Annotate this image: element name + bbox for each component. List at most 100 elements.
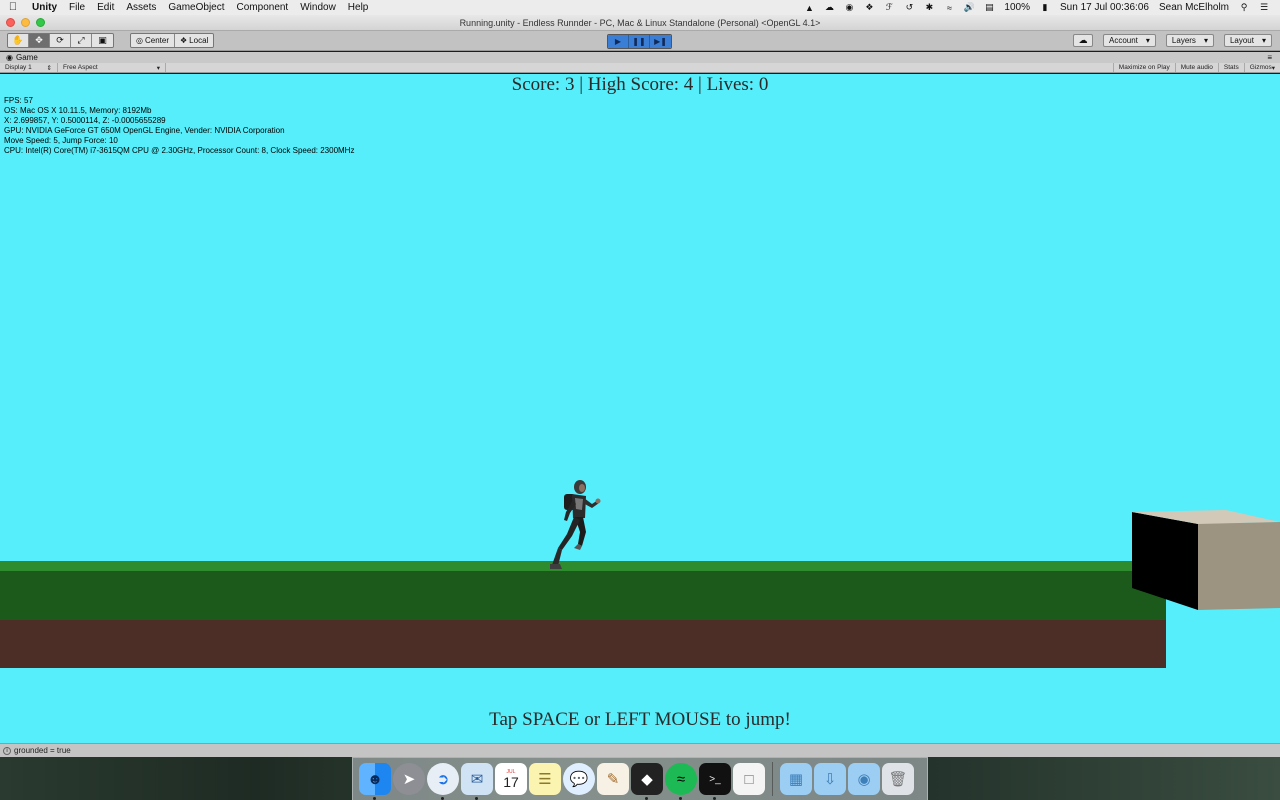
debug-gpu: GPU: NVIDIA GeForce GT 650M OpenGL Engin… [4,126,285,135]
spotify-icon[interactable]: ≈ [665,763,697,800]
mail-icon[interactable]: ✉ [461,763,493,800]
clock[interactable]: Sun 17 Jul 00:36:06 [1055,2,1154,13]
apple-icon[interactable]:  [0,0,26,15]
layers-dropdown[interactable]: Layers ▾ [1165,34,1214,47]
chevron-down-icon: ▾ [1261,36,1266,45]
bluetooth-icon[interactable]: ✱ [921,2,937,13]
volume-icon[interactable]: 🔊 [961,2,977,13]
notes-icon[interactable]: ☰ [529,763,561,795]
dock: ☻ ➤ ➲ ✉ JUL 17 ☰ 💬 ✎ ◆ ≈ >_ □ ▦ ⇩ ◉ 🗑 [352,757,928,800]
dock-separator [772,762,773,796]
terminal-icon[interactable]: >_ [699,763,731,800]
pivot-toggles: ◎ Center ❖ Local [130,33,215,48]
input-menu-icon[interactable]: ▤ [981,2,997,13]
safari-icon[interactable]: ➲ [427,763,459,800]
game-tab[interactable]: ◉ Game ≡ [0,52,1280,63]
layers-label: Layers [1171,36,1196,45]
menu-edit[interactable]: Edit [91,0,120,15]
pivot-local-label: Local [189,36,209,45]
menu-help[interactable]: Help [342,0,375,15]
collab-cloud-icon[interactable]: ☁ [1073,34,1093,47]
mute-audio-toggle[interactable]: Mute audio [1174,63,1218,72]
creative-cloud-icon[interactable]: ◉ [841,2,857,13]
wifi-icon[interactable]: ≈ [941,2,957,13]
game-tab-label: Game [15,53,38,62]
trash-icon[interactable]: 🗑 [882,763,914,795]
rect-tool-icon[interactable]: ▣ [92,34,113,47]
battery-percent[interactable]: 100% [999,2,1035,13]
unity-icon[interactable]: ◆ [631,763,663,800]
calendar-icon[interactable]: JUL 17 [495,763,527,795]
script-icon[interactable]: ℱ [881,2,897,13]
textedit-icon[interactable]: ✎ [597,763,629,795]
battery-icon[interactable]: ▮ [1037,2,1053,13]
maximize-on-play-toggle[interactable]: Maximize on Play [1112,63,1175,72]
updown-icon: ⇕ [46,64,52,72]
downloads-folder-icon[interactable]: ⇩ [814,763,846,795]
pause-icon[interactable]: ❚❚ [629,35,650,48]
menu-gameobject[interactable]: GameObject [162,0,230,15]
scale-tool-icon[interactable]: ⤢ [71,34,92,47]
notification-center-icon[interactable]: ☰ [1256,2,1272,13]
score-display: Score: 3 | High Score: 4 | Lives: 0 [511,74,769,95]
applications-folder-icon[interactable]: ◉ [848,763,880,795]
hand-tool-icon[interactable]: ✋ [8,34,29,47]
gizmos-label: Gizmos [1249,64,1272,71]
aspect-dropdown[interactable]: Free Aspect ▾ [58,63,166,72]
dropbox-icon[interactable]: ❖ [861,2,877,13]
cloud-icon[interactable]: ☁ [821,2,837,13]
window-close-button[interactable] [6,18,15,27]
game-controller-icon: ◉ [6,53,13,62]
menu-component[interactable]: Component [231,0,295,15]
chevron-down-icon: ▾ [1145,36,1150,45]
play-icon[interactable]: ▶ [608,35,629,48]
game-view-toolbar: Display 1 ⇕ Free Aspect ▾ Maximize on Pl… [0,63,1280,73]
stats-toggle[interactable]: Stats [1217,63,1244,72]
local-space-icon: ❖ [180,36,188,45]
debug-info: FPS: 57 OS: Mac OS X 10.11.5, Memory: 81… [4,96,354,156]
pivot-center-toggle[interactable]: ◎ Center [131,34,175,47]
pivot-local-toggle[interactable]: ❖ Local [175,34,214,47]
gizmos-dropdown[interactable]: Gizmos ▾ [1243,63,1280,72]
calendar-day: 17 [503,773,519,790]
menu-assets[interactable]: Assets [120,0,162,15]
window-zoom-button[interactable] [36,18,45,27]
menu-window[interactable]: Window [294,0,342,15]
tab-options-icon[interactable]: ≡ [1267,53,1272,62]
debug-cpu: CPU: Intel(R) Core(TM) i7-3615QM CPU @ 2… [4,146,355,155]
layout-label: Layout [1229,36,1254,45]
transform-tools: ✋ ✥ ⟳ ⤢ ▣ [7,33,114,48]
window-minimize-button[interactable] [21,18,30,27]
chevron-down-icon: ▾ [156,64,160,72]
finder-icon[interactable]: ☻ [359,763,391,800]
messages-icon[interactable]: 💬 [563,763,595,795]
spotlight-search-icon[interactable]: ⚲ [1236,2,1252,13]
play-controls: ▶ ❚❚ ▶❚ [607,34,672,49]
window-title: Running.unity - Endless Runnder - PC, Ma… [459,17,821,28]
console-message: grounded = true [14,746,71,755]
layout-dropdown[interactable]: Layout ▾ [1223,34,1272,47]
chevron-down-icon: ▾ [1271,64,1275,72]
launchpad-icon[interactable]: ➤ [393,763,425,795]
obstacle-block [1132,510,1280,610]
chevron-down-icon: ▾ [1203,36,1208,45]
pivot-center-label: Center [144,36,169,45]
folder-icon[interactable]: ▦ [780,763,812,795]
time-machine-icon[interactable]: ↺ [901,2,917,13]
info-icon: i [3,746,11,755]
menu-file[interactable]: File [63,0,91,15]
menu-app-unity[interactable]: Unity [26,0,63,15]
game-viewport[interactable]: Score: 3 | High Score: 4 | Lives: 0 FPS:… [0,74,1280,743]
display-dropdown[interactable]: Display 1 ⇕ [0,63,58,72]
console-status-bar[interactable]: i grounded = true [0,743,1280,757]
account-label: Account [1109,36,1138,45]
step-icon[interactable]: ▶❚ [650,35,671,48]
drive-icon[interactable]: ▲ [801,2,817,13]
preview-icon[interactable]: □ [733,763,765,795]
move-tool-icon[interactable]: ✥ [29,34,50,47]
window-title-bar: Running.unity - Endless Runnder - PC, Ma… [0,15,1280,31]
rotate-tool-icon[interactable]: ⟳ [50,34,71,47]
account-dropdown[interactable]: Account ▾ [1103,34,1156,47]
user-name[interactable]: Sean McElholm [1154,2,1234,13]
runner-character [550,480,601,569]
